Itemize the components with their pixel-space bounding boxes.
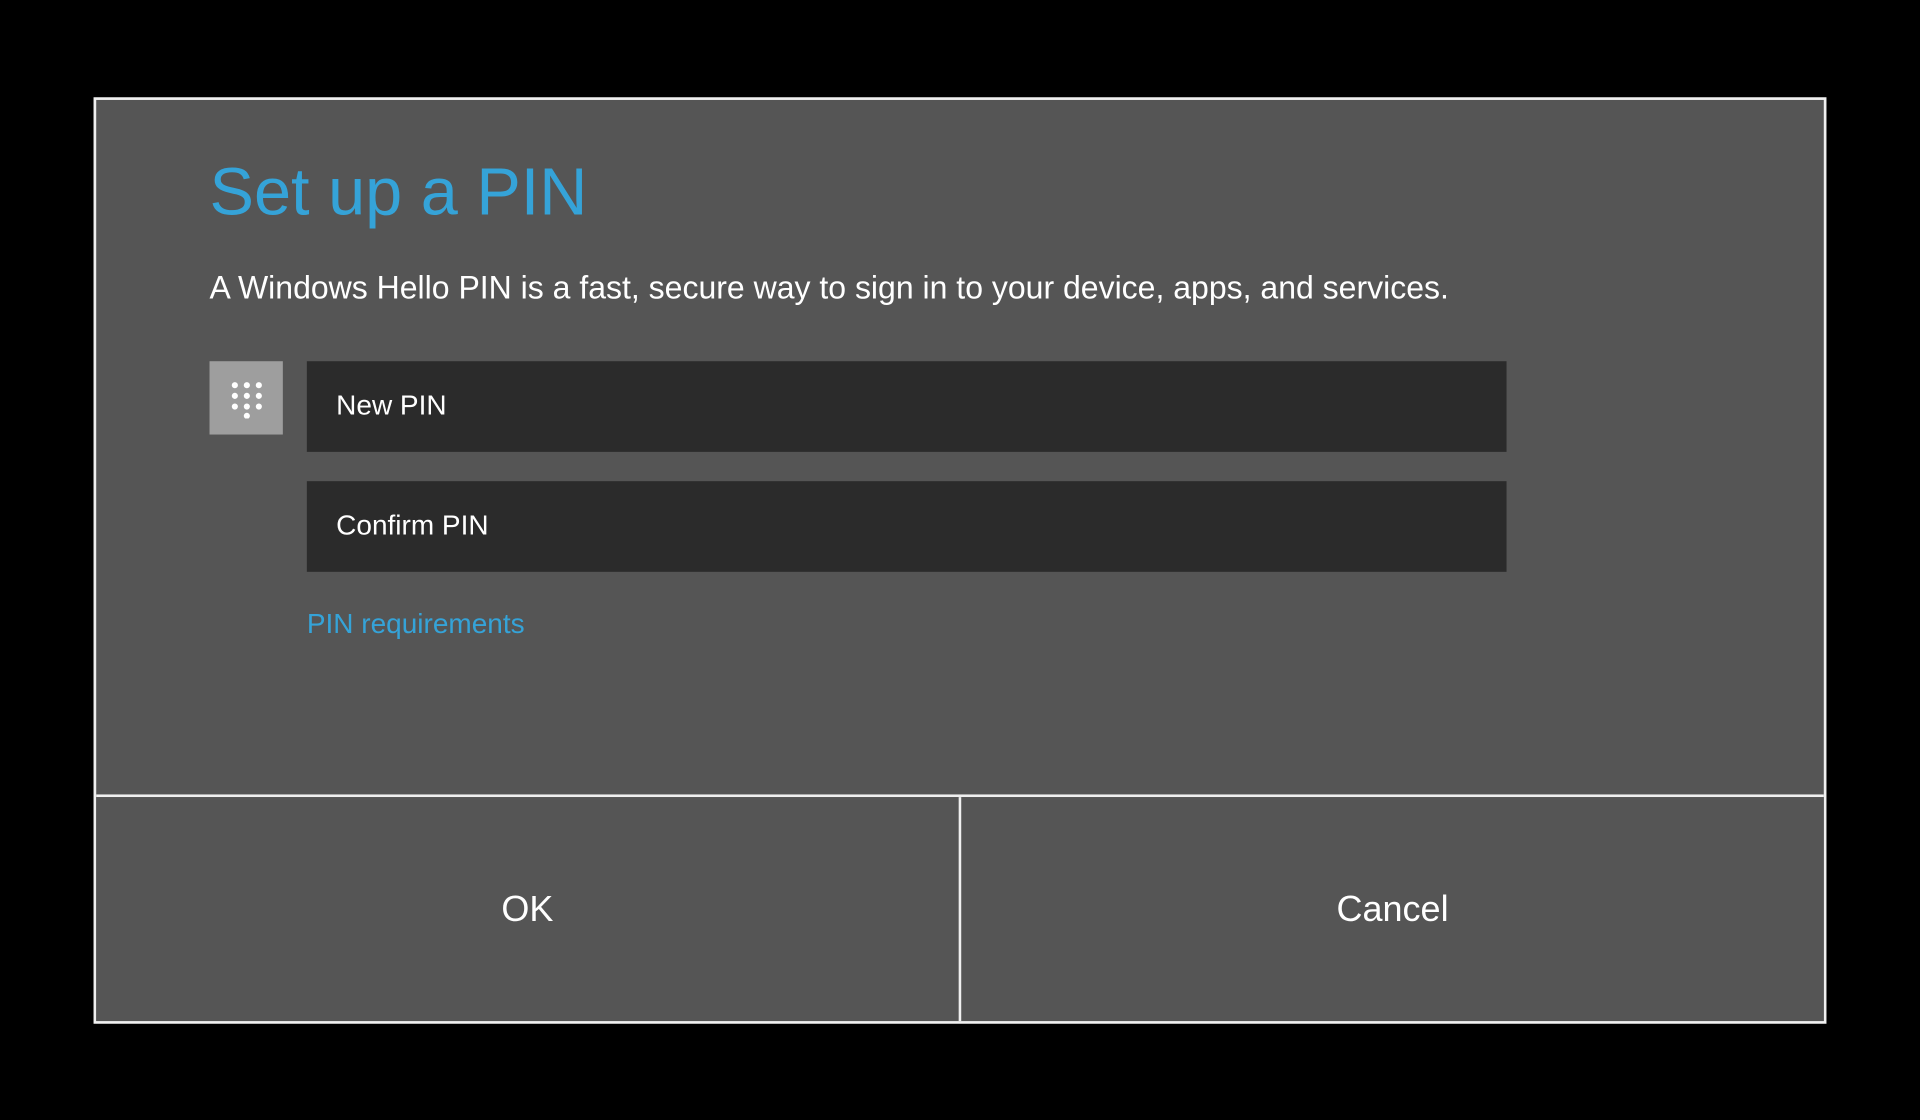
form-area: PIN requirements <box>210 361 1711 641</box>
pin-setup-dialog: Set up a PIN A Windows Hello PIN is a fa… <box>94 97 1827 1023</box>
dialog-description: A Windows Hello PIN is a fast, secure wa… <box>210 270 1711 307</box>
button-row: OK Cancel <box>96 794 1824 1021</box>
keypad-icon-svg <box>226 377 266 417</box>
dialog-title: Set up a PIN <box>210 153 1711 230</box>
keypad-icon <box>210 361 283 434</box>
confirm-pin-input[interactable] <box>307 481 1507 572</box>
cancel-button[interactable]: Cancel <box>961 797 1823 1021</box>
input-column: PIN requirements <box>307 361 1507 641</box>
ok-button[interactable]: OK <box>96 797 961 1021</box>
pin-requirements-link[interactable]: PIN requirements <box>307 609 525 641</box>
dialog-content: Set up a PIN A Windows Hello PIN is a fa… <box>96 99 1824 793</box>
new-pin-input[interactable] <box>307 361 1507 452</box>
